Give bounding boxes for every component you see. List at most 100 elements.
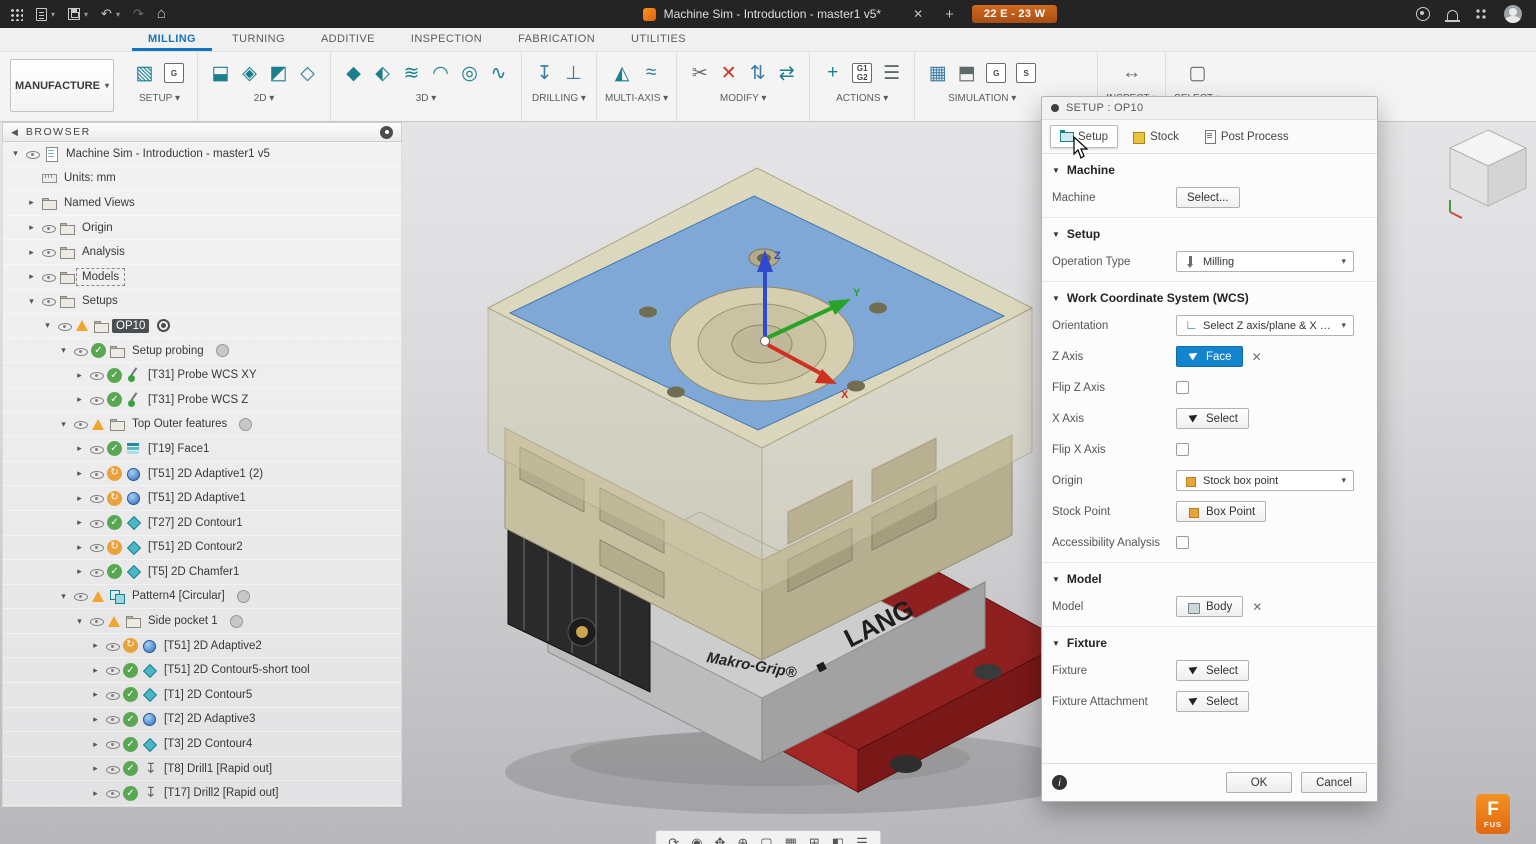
tree-item-side-pocket-1[interactable]: ▾ Side pocket 1 (3, 609, 401, 634)
visibility-eye-icon[interactable] (57, 318, 72, 333)
tree-item-label[interactable]: [T3] 2D Contour4 (160, 737, 256, 751)
expand-arrow-icon[interactable]: ▸ (89, 763, 102, 774)
expand-arrow-icon[interactable]: ▾ (9, 148, 22, 159)
visibility-eye-icon[interactable] (105, 638, 120, 653)
model-button[interactable]: Body (1176, 596, 1244, 617)
clear-selection-icon[interactable]: ✕ (1252, 600, 1262, 614)
visibility-eye-icon[interactable] (89, 441, 104, 456)
toolbar-group-label-multi-axis[interactable]: MULTI-AXIS ▾ (605, 93, 668, 104)
morph-icon[interactable]: ∿ (484, 54, 513, 92)
expand-arrow-icon[interactable]: ▸ (89, 788, 102, 799)
visibility-eye-icon[interactable] (41, 269, 56, 284)
x-axis-button[interactable]: Select (1176, 408, 1249, 429)
swarf-icon[interactable]: ◭ (608, 54, 637, 92)
save-icon[interactable] (68, 8, 81, 20)
measure-icon[interactable]: ↔ (1117, 54, 1146, 92)
fit-icon[interactable]: ▢ (760, 835, 772, 844)
tree-item-t3-2d-contour4[interactable]: ▸ [T3] 2D Contour4 (3, 732, 401, 757)
toolbar-group-label-modify[interactable]: MODIFY ▾ (720, 93, 767, 104)
adaptive-3d-icon[interactable]: ◆ (339, 54, 368, 92)
tree-item-t31-probe-wcs-xy[interactable]: ▸ [T31] Probe WCS XY (3, 363, 401, 388)
expand-arrow-icon[interactable]: ▸ (73, 517, 86, 528)
ok-button[interactable]: OK (1226, 772, 1292, 793)
clear-selection-icon[interactable]: ✕ (1252, 350, 1262, 364)
tree-item-pattern4-circular[interactable]: ▾ Pattern4 [Circular] (3, 585, 401, 610)
browser-options-icon[interactable] (380, 125, 393, 139)
expand-arrow-icon[interactable]: ▾ (73, 616, 86, 627)
tree-item-label[interactable]: OP10 (112, 318, 150, 333)
fixture-button[interactable]: Select (1176, 660, 1249, 681)
trim-icon[interactable]: ✂ (685, 54, 714, 92)
g-doc-icon[interactable]: G (986, 63, 1007, 83)
visibility-eye-icon[interactable] (89, 564, 104, 579)
accessibility-analysis-checkbox[interactable] (1176, 536, 1189, 549)
tree-item-t51-2d-adaptive1-2[interactable]: ▸ [T51] 2D Adaptive1 (2) (3, 462, 401, 487)
flip-x-axis-checkbox[interactable] (1176, 443, 1189, 456)
flip-z-axis-checkbox[interactable] (1176, 381, 1189, 394)
tree-item-machine-sim-introduction-master1-v5[interactable]: ▾ Machine Sim - Introduction - master1 v5 (3, 142, 401, 167)
tree-item-units-mm[interactable]: Units: mm (3, 167, 401, 192)
tab-inspection[interactable]: INSPECTION (395, 29, 498, 51)
visibility-eye-icon[interactable] (89, 368, 104, 383)
toolbar-group-label-2d[interactable]: 2D ▾ (254, 93, 275, 104)
expand-arrow-icon[interactable]: ▸ (25, 247, 38, 258)
look-at-icon[interactable]: ◉ (691, 835, 702, 844)
new-setup-icon[interactable]: ▧ (130, 54, 159, 92)
expand-arrow-icon[interactable]: ▸ (73, 493, 86, 504)
tree-item-label[interactable]: Side pocket 1 (144, 614, 222, 628)
viewports-icon[interactable]: ◧ (832, 835, 844, 844)
workspace-switcher-button[interactable]: MANUFACTURE ▾ (10, 59, 114, 112)
visibility-eye-icon[interactable] (73, 343, 88, 358)
visibility-eye-icon[interactable] (73, 417, 88, 432)
tree-item-top-outer-features[interactable]: ▾ Top Outer features (3, 413, 401, 438)
origin-dropdown[interactable]: Stock box point ▾ (1176, 470, 1354, 491)
visibility-eye-icon[interactable] (105, 687, 120, 702)
select-cursor-icon[interactable]: ▢ (1183, 54, 1212, 92)
user-avatar[interactable] (1504, 5, 1522, 23)
tree-item-label[interactable]: [T31] Probe WCS Z (144, 393, 252, 407)
tree-item-analysis[interactable]: ▸ Analysis (3, 240, 401, 265)
nc-program-icon[interactable]: G (164, 63, 184, 83)
redo-icon[interactable]: ↷ (133, 0, 144, 28)
tree-item-label[interactable]: [T51] 2D Contour2 (144, 540, 247, 554)
tab-utilities[interactable]: UTILITIES (615, 29, 702, 51)
tree-item-models[interactable]: ▸ Models (3, 265, 401, 290)
tree-item-label[interactable]: [T51] 2D Adaptive2 (160, 639, 266, 653)
visibility-eye-icon[interactable] (89, 392, 104, 407)
setup-dialog-header[interactable]: SETUP : OP10 (1042, 97, 1377, 120)
s-doc-icon[interactable]: S (1016, 63, 1037, 83)
info-icon[interactable] (1052, 775, 1067, 790)
tree-item-label[interactable]: [T5] 2D Chamfer1 (144, 565, 243, 579)
tree-item-t51-2d-adaptive2[interactable]: ▸ [T51] 2D Adaptive2 (3, 634, 401, 659)
visibility-eye-icon[interactable] (105, 786, 120, 801)
toolbar-group-label-setup[interactable]: SETUP ▾ (139, 93, 180, 104)
visibility-eye-icon[interactable] (105, 663, 120, 678)
save-caret-icon[interactable]: ▾ (84, 10, 88, 19)
tree-item-label[interactable]: Pattern4 [Circular] (128, 589, 229, 603)
tree-item-label[interactable]: Models (75, 267, 126, 286)
tab-milling[interactable]: MILLING (132, 29, 213, 51)
new-tab-icon[interactable]: + (945, 6, 954, 23)
scallop-icon[interactable]: ◠ (426, 54, 455, 92)
tree-item-t51-2d-contour5-short-tool[interactable]: ▸ [T51] 2D Contour5-short tool (3, 658, 401, 684)
viewcube[interactable] (1448, 129, 1528, 219)
extensions-grid-icon[interactable] (1475, 8, 1487, 20)
wcs-origin-point[interactable] (760, 336, 770, 346)
toolbar-group-label-actions[interactable]: ACTIONS ▾ (836, 93, 888, 104)
expand-arrow-icon[interactable]: ▸ (73, 443, 86, 454)
home-icon[interactable]: ⌂ (157, 0, 166, 28)
tree-item-label[interactable]: Analysis (78, 245, 129, 259)
tree-item-label[interactable]: [T17] Drill2 [Rapid out] (160, 786, 282, 800)
spiral-icon[interactable]: ◎ (455, 54, 484, 92)
adaptive-2d-icon[interactable]: ◈ (235, 54, 264, 92)
visibility-eye-icon[interactable] (89, 614, 104, 629)
document-tab[interactable]: Machine Sim - Introduction - master1 v5*… (330, 5, 1370, 23)
tree-item-t17-drill2-rapid-out[interactable]: ▸ [T17] Drill2 [Rapid out] (3, 781, 401, 807)
dialog-tab-post-process[interactable]: Post Process (1193, 125, 1299, 148)
tree-item-t51-2d-adaptive1[interactable]: ▸ [T51] 2D Adaptive1 (3, 486, 401, 511)
fixture-attachment-button[interactable]: Select (1176, 691, 1249, 712)
tree-item-label[interactable]: [T27] 2D Contour1 (144, 516, 247, 530)
tree-item-label[interactable]: [T51] 2D Adaptive1 (2) (144, 467, 267, 481)
tree-item-t31-probe-wcs-z[interactable]: ▸ [T31] Probe WCS Z (3, 388, 401, 413)
cancel-button[interactable]: Cancel (1301, 772, 1367, 793)
